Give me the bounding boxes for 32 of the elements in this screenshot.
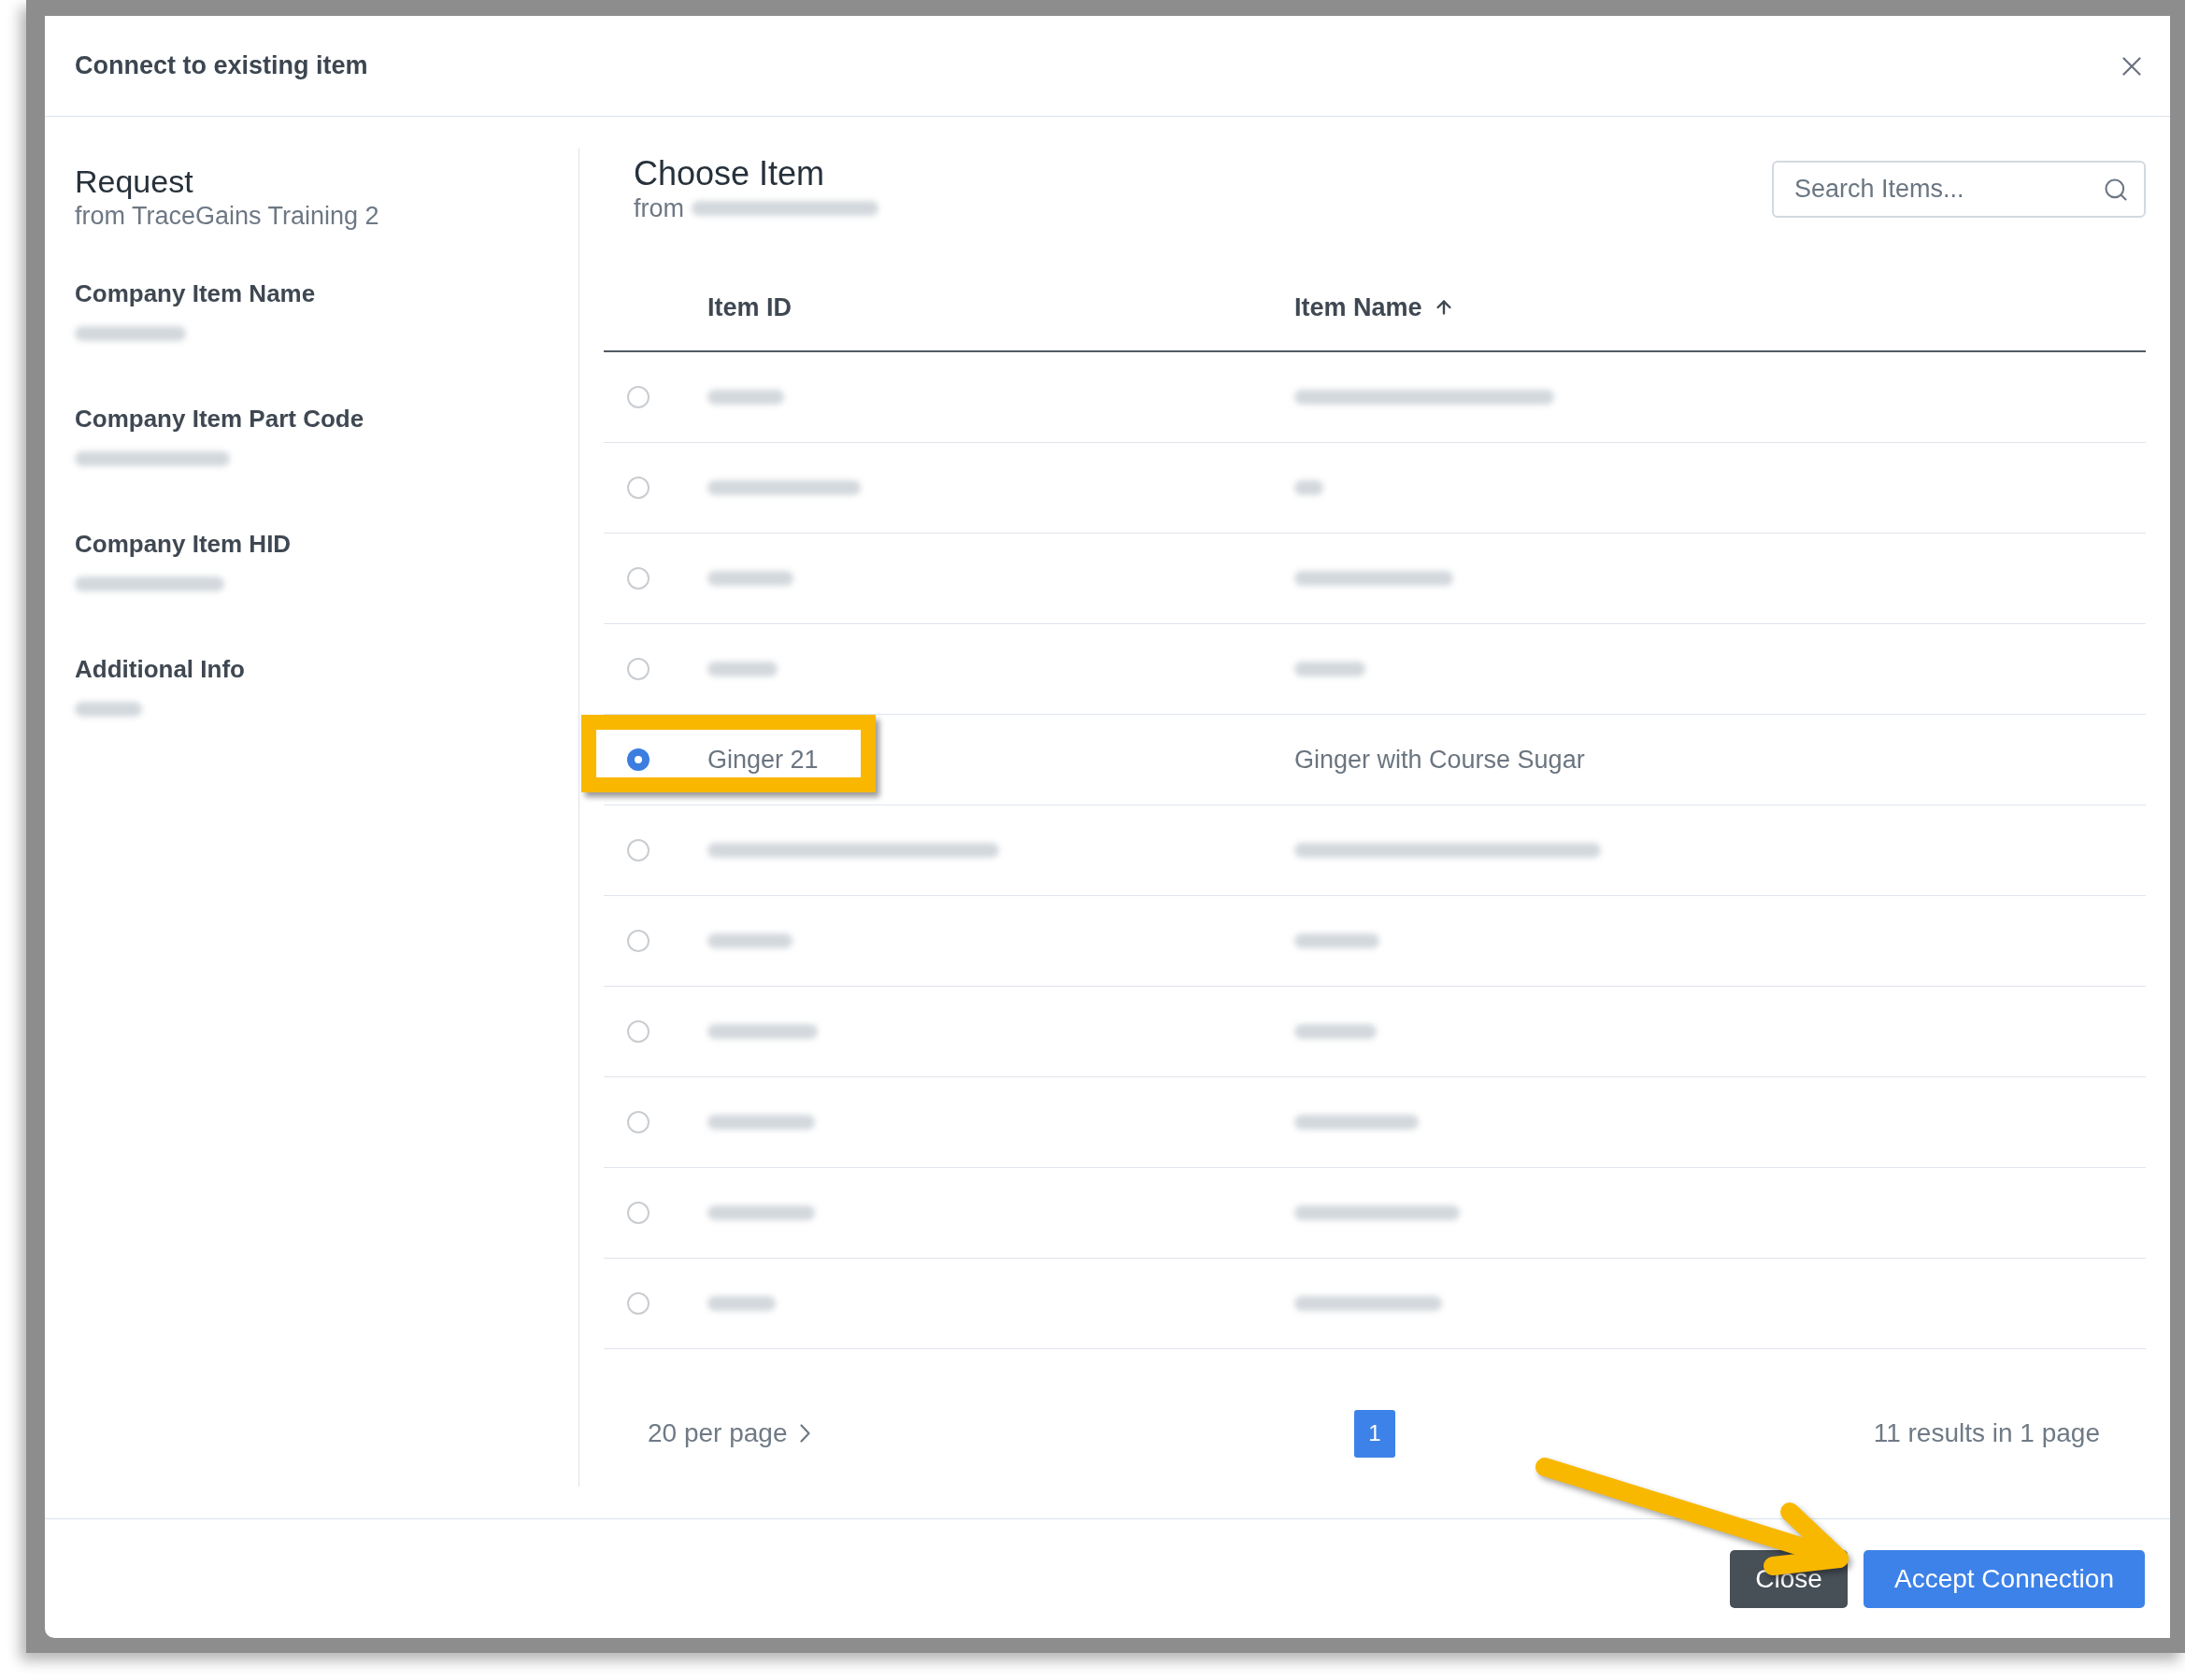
radio-button[interactable]	[627, 567, 650, 590]
results-summary: 11 results in 1 page	[1873, 1417, 2100, 1449]
search-field[interactable]: Search Items...	[1772, 161, 2146, 218]
radio-button[interactable]	[627, 386, 650, 408]
column-header[interactable]: Item Name	[1294, 288, 1454, 327]
field-label: Additional Info	[75, 654, 246, 685]
per-page-selector[interactable]: 20 per page	[648, 1414, 811, 1453]
page-button[interactable]: 1	[1354, 1409, 1395, 1458]
radio-button[interactable]	[627, 748, 650, 771]
radio-button[interactable]	[627, 1202, 650, 1224]
panel-heading: Choose Item	[634, 154, 826, 193]
field-label: Company Item HID	[75, 529, 293, 560]
radio-button[interactable]	[627, 1292, 650, 1315]
table-cell-text: Ginger with Course Sugar	[1294, 744, 1585, 776]
field-label: Company Item Name	[75, 278, 317, 309]
chevron-right-icon	[800, 1424, 811, 1443]
radio-button[interactable]	[627, 477, 650, 499]
radio-button[interactable]	[627, 1020, 650, 1043]
panel-subtitle: from	[634, 192, 684, 224]
panel-subtitle: from TraceGains Training 2	[75, 201, 380, 232]
radio-button[interactable]	[627, 658, 650, 680]
table-row[interactable]: Ginger 21 Ginger with Course Sugar	[604, 715, 2146, 805]
radio-button[interactable]	[627, 1111, 650, 1133]
field-label: Company Item Part Code	[75, 404, 365, 434]
dialog-title: Connect to existing item	[75, 50, 368, 82]
accept-button[interactable]: Accept Connection	[1863, 1549, 2145, 1608]
panel-heading: Request	[75, 163, 194, 200]
radio-button[interactable]	[627, 839, 650, 861]
column-header[interactable]: Item ID	[707, 288, 793, 327]
radio-button[interactable]	[627, 930, 650, 952]
search-icon	[2103, 177, 2129, 203]
table-cell-text: Ginger 21	[707, 744, 819, 776]
